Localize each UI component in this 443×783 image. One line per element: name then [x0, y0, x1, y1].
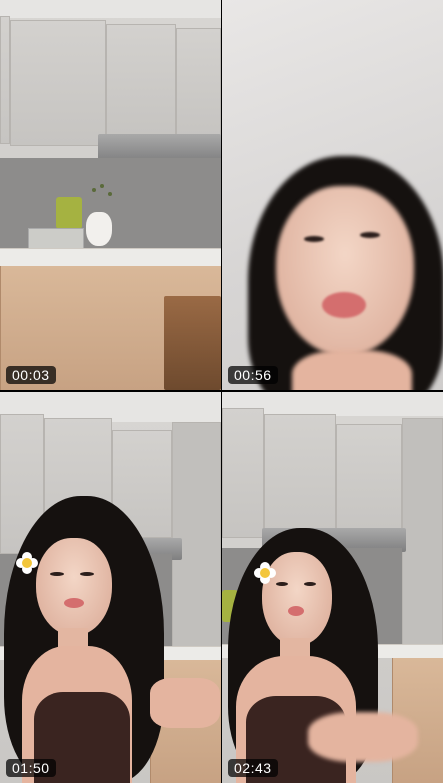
arm	[308, 712, 418, 762]
flower-hair-clip	[16, 552, 38, 574]
upper-cabinet	[336, 424, 402, 538]
upper-cabinet	[10, 20, 106, 146]
video-tile-1[interactable]: 00:03	[0, 0, 221, 390]
upper-cabinet	[176, 28, 221, 138]
eye	[276, 582, 288, 586]
tray	[28, 228, 84, 250]
upper-cabinet	[106, 24, 176, 136]
plant	[108, 192, 112, 196]
tall-cabinet	[172, 422, 221, 652]
upper-cabinet	[264, 414, 336, 540]
eye	[50, 572, 64, 576]
timestamp-label: 01:50	[6, 759, 56, 777]
face	[36, 538, 112, 636]
chair	[164, 296, 221, 390]
upper-cabinet	[222, 408, 264, 538]
eye	[304, 236, 324, 242]
neck	[292, 350, 412, 390]
countertop	[0, 248, 221, 266]
face	[276, 186, 414, 356]
eye	[304, 582, 316, 586]
lips	[288, 606, 304, 616]
tall-cabinet	[402, 418, 443, 648]
video-tile-3[interactable]: 01:50	[0, 392, 221, 783]
arm	[150, 678, 220, 728]
jar	[56, 197, 82, 229]
lips	[64, 598, 84, 608]
plant	[100, 184, 104, 188]
video-tile-4[interactable]: 02:43	[222, 392, 443, 783]
upper-cabinet	[0, 16, 10, 144]
lips	[322, 292, 366, 318]
timestamp-label: 00:56	[228, 366, 278, 384]
flower-hair-clip	[254, 562, 276, 584]
timestamp-label: 02:43	[228, 759, 278, 777]
video-grid: 00:03 00:56 01:50 02:43	[0, 0, 443, 783]
eye	[80, 572, 94, 576]
video-tile-2[interactable]: 00:56	[222, 0, 443, 390]
ceiling	[0, 0, 221, 18]
eye	[360, 232, 380, 238]
plant	[92, 188, 96, 192]
timestamp-label: 00:03	[6, 366, 56, 384]
vase	[86, 212, 112, 246]
